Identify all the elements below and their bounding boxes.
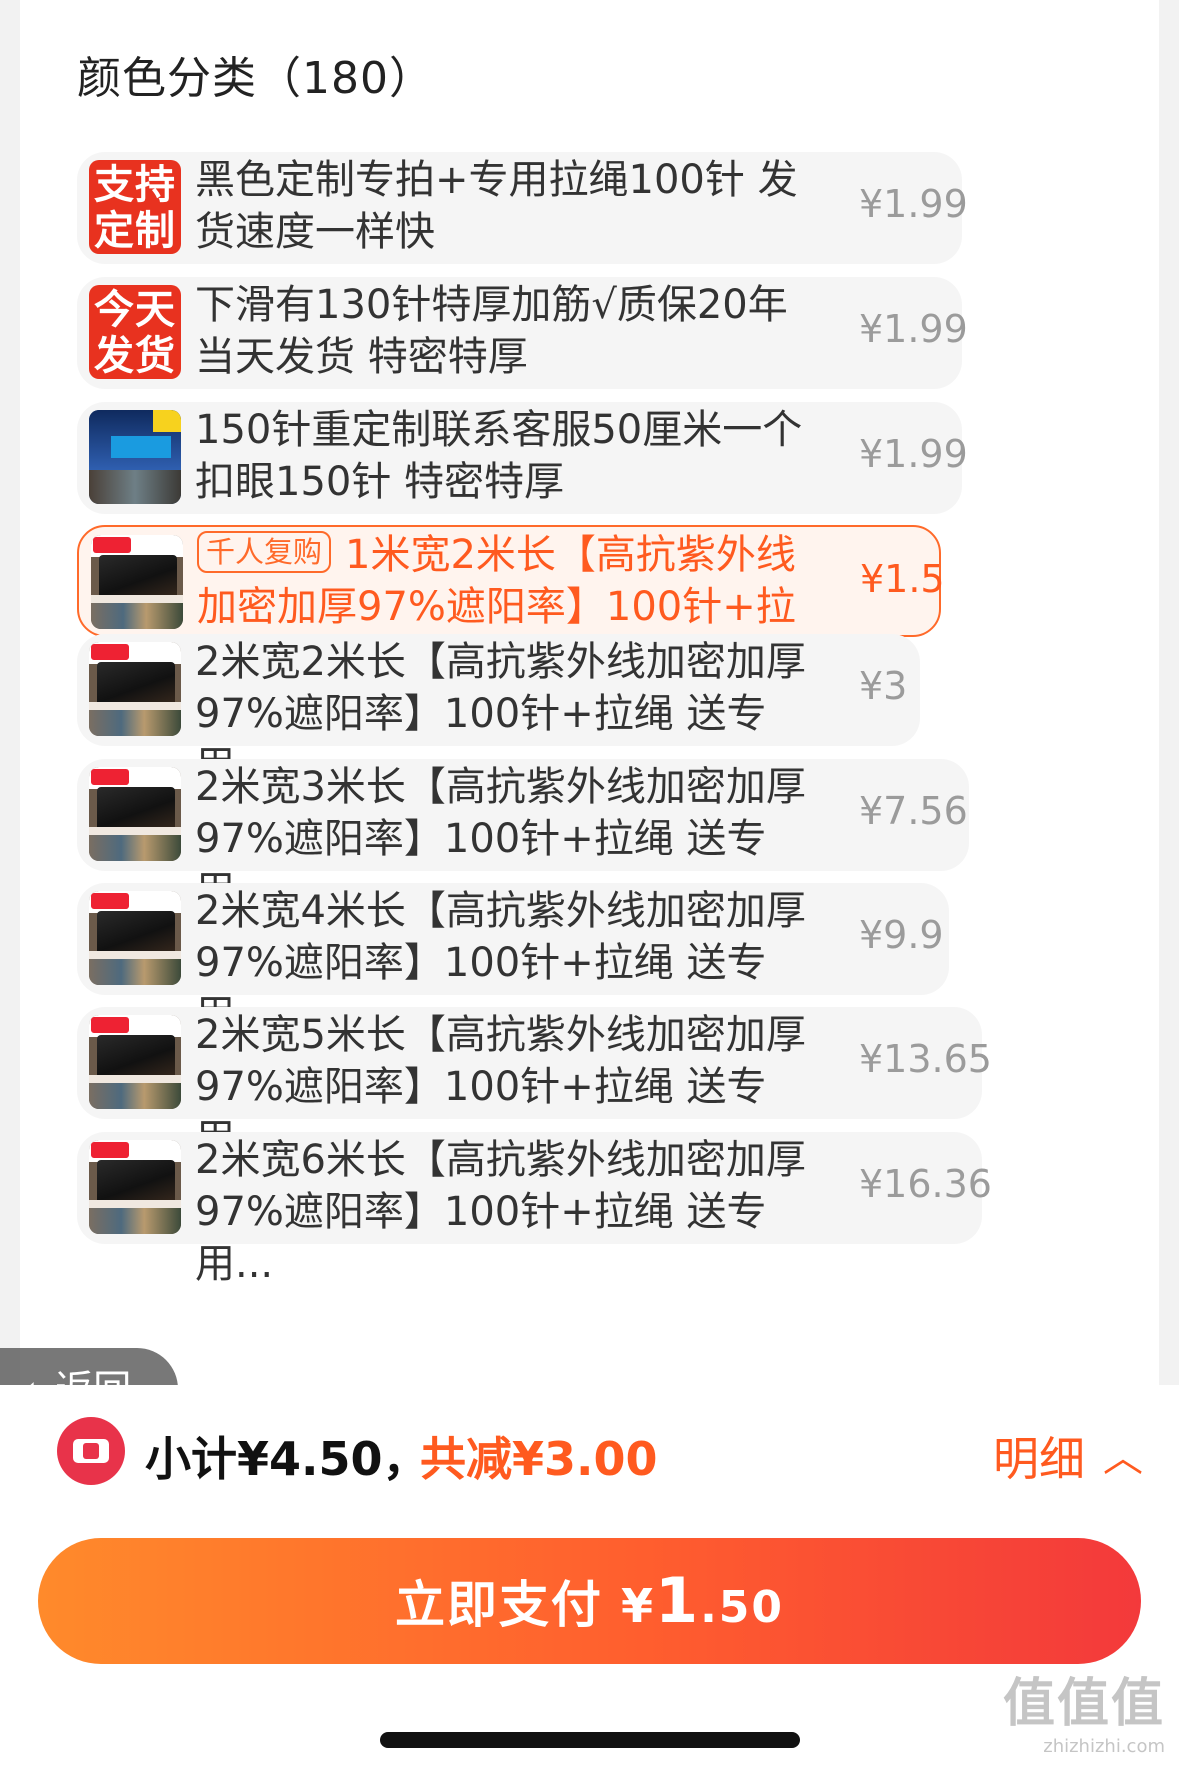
chevron-up-icon: ︿ xyxy=(1103,1435,1143,1481)
option-price: ¥9.9 xyxy=(859,913,944,957)
home-indicator[interactable] xyxy=(380,1732,800,1748)
badge-text-line2: 发货 xyxy=(94,333,176,379)
badge-text-line1: 今天 xyxy=(94,287,176,333)
option-title: 2米宽6米长【高抗紫外线加密加厚97%遮阳率】100针+拉绳 送专用... xyxy=(195,1137,806,1287)
option-image xyxy=(89,642,181,736)
option-image xyxy=(89,1140,181,1234)
coupon-icon xyxy=(57,1417,125,1485)
pay-currency: ¥ xyxy=(620,1579,655,1633)
option-title: 150针重定制联系客服50厘米一个扣眼150针 特密特厚 xyxy=(195,407,803,505)
section-title: 颜色分类（180） xyxy=(77,53,434,104)
option-item-selected[interactable]: 千人复购1米宽2米长【高抗紫外线加密加厚97%遮阳率】100针+拉绳 ... ¥… xyxy=(77,525,945,682)
option-badge-thumb: 今天 发货 xyxy=(89,285,181,379)
discount-text: 共减¥3.00 xyxy=(420,1432,658,1486)
option-price: ¥1.99 xyxy=(859,307,968,351)
option-title: 黑色定制专拍+专用拉绳100针 发货速度一样快 xyxy=(195,157,798,255)
option-price: ¥3 xyxy=(859,664,908,708)
option-price: ¥13.65 xyxy=(859,1037,992,1081)
image-tag xyxy=(91,893,129,909)
option-price: ¥1.99 xyxy=(859,432,968,476)
option-price: ¥1.99 xyxy=(859,182,968,226)
option-image xyxy=(89,891,181,985)
option-price: ¥16.36 xyxy=(859,1162,992,1206)
badge-text-line1: 支持 xyxy=(94,162,176,208)
option-item[interactable]: 150针重定制联系客服50厘米一个扣眼150针 特密特厚 ¥1.99 xyxy=(77,402,968,514)
option-image xyxy=(89,410,181,504)
repurchase-tag: 千人复购 xyxy=(197,531,332,573)
option-item[interactable]: 2米宽3米长【高抗紫外线加密加厚97%遮阳率】100针+拉绳 送专用... ¥7… xyxy=(77,759,969,914)
option-item[interactable]: 2米宽6米长【高抗紫外线加密加厚97%遮阳率】100针+拉绳 送专用... ¥1… xyxy=(77,1132,992,1287)
image-caption-strip xyxy=(89,1075,181,1083)
option-title: 下滑有130针特厚加筋√质保20年当天发货 特密特厚 xyxy=(195,282,788,380)
option-item[interactable]: 今天 发货 下滑有130针特厚加筋√质保20年当天发货 特密特厚 ¥1.99 xyxy=(77,277,968,389)
option-item[interactable]: 2米宽5米长【高抗紫外线加密加厚97%遮阳率】100针+拉绳 送专用... ¥1… xyxy=(77,1007,992,1162)
image-caption-strip xyxy=(89,1200,181,1208)
option-image xyxy=(89,767,181,861)
image-ground xyxy=(89,470,181,504)
image-scene-strip xyxy=(89,1083,181,1109)
option-image xyxy=(89,1015,181,1109)
subtotal-text: 小计¥4.50， xyxy=(145,1432,429,1486)
image-caption-strip xyxy=(89,702,181,710)
option-item[interactable]: 2米宽4米长【高抗紫外线加密加厚97%遮阳率】100针+拉绳 送专用... ¥9… xyxy=(77,883,949,1038)
option-item[interactable]: 2米宽2米长【高抗紫外线加密加厚97%遮阳率】100针+拉绳 送专用... ¥3 xyxy=(77,634,920,789)
checkout-bar: 小计¥4.50， 共减¥3.00 明细 ︿ 立即支付 ¥1.50 值值值 zhizh… xyxy=(0,1385,1179,1767)
image-tag xyxy=(91,644,129,660)
option-price: ¥1.5 xyxy=(860,557,945,601)
option-badge-thumb: 支持 定制 xyxy=(89,160,181,254)
ticket-shape xyxy=(73,1439,109,1463)
price-detail-toggle[interactable]: 明细 ︿ xyxy=(993,1423,1143,1489)
watermark-site: zhizhizhi.com xyxy=(1043,1736,1165,1757)
pay-now-button[interactable]: 立即支付 ¥1.50 xyxy=(38,1538,1141,1664)
image-scene-strip xyxy=(89,710,181,736)
image-caption-strip xyxy=(91,595,183,603)
image-scene-strip xyxy=(91,603,183,629)
pay-label: 立即支付 xyxy=(394,1576,603,1634)
watermark-logo: 值值值 xyxy=(1002,1674,1165,1734)
image-caption-strip xyxy=(89,951,181,959)
image-corner-tag xyxy=(153,410,181,432)
image-scene-strip xyxy=(89,959,181,985)
image-caption-strip xyxy=(89,827,181,835)
option-image xyxy=(91,535,183,629)
pay-amount-dec: .50 xyxy=(700,1582,785,1633)
image-scene-strip xyxy=(89,1208,181,1234)
image-scene-strip xyxy=(89,835,181,861)
sku-selection-sheet: 颜色分类（180） 支持 定制 黑色定制专拍+专用拉绳100针 发货速度一样快 … xyxy=(20,0,1159,1385)
option-price: ¥7.56 xyxy=(859,789,968,833)
image-tag xyxy=(93,537,131,553)
option-item[interactable]: 支持 定制 黑色定制专拍+专用拉绳100针 发货速度一样快 ¥1.99 xyxy=(77,152,968,264)
badge-text-line2: 定制 xyxy=(94,208,176,254)
image-tag xyxy=(91,1142,129,1158)
pay-amount-int: 1 xyxy=(654,1564,701,1637)
image-tag xyxy=(91,769,129,785)
image-tag xyxy=(91,1017,129,1033)
image-temp-label xyxy=(111,436,171,458)
watermark: 值值值 zhizhizhi.com xyxy=(1003,1661,1165,1757)
detail-label: 明细 xyxy=(993,1432,1085,1486)
